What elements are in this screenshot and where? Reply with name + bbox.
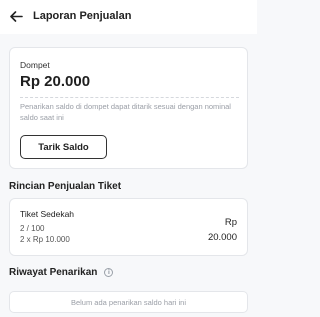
sales-report-page: Laporan Penjualan Dompet Rp 20.000 Penar… — [0, 0, 257, 317]
ticket-card: Tiket Sedekah 2 / 100 2 x Rp 10.000 Rp 2… — [9, 198, 248, 256]
withdraw-history-label: Riwayat Penarikan — [9, 267, 98, 278]
page-title: Laporan Penjualan — [33, 10, 132, 22]
wallet-balance: Rp 20.000 — [20, 73, 91, 90]
dashed-divider — [20, 97, 239, 98]
ticket-total: Rp 20.000 — [177, 215, 237, 245]
ticket-sold-count: 2 / 100 — [20, 224, 45, 233]
withdraw-button[interactable]: Tarik Saldo — [20, 135, 107, 159]
app-header: Laporan Penjualan — [0, 0, 257, 34]
ticket-unit-price: 2 x Rp 10.000 — [20, 235, 70, 244]
back-button[interactable] — [8, 8, 24, 24]
ticket-name: Tiket Sedekah — [20, 209, 75, 219]
arrow-left-icon — [9, 10, 23, 22]
ticket-total-amount: 20.000 — [207, 232, 237, 243]
info-icon[interactable]: i — [104, 268, 114, 277]
wallet-label: Dompet — [20, 60, 50, 70]
withdraw-history-empty: Belum ada penarikan saldo hari ini — [9, 291, 248, 313]
ticket-total-currency: Rp — [224, 217, 237, 228]
withdraw-history-title: Riwayat Penarikan i — [9, 267, 114, 278]
wallet-note: Penarikan saldo di dompet dapat ditarik … — [20, 102, 231, 122]
ticket-section-title: Rincian Penjualan Tiket — [9, 181, 122, 192]
wallet-card: Dompet Rp 20.000 Penarikan saldo di domp… — [9, 47, 248, 169]
